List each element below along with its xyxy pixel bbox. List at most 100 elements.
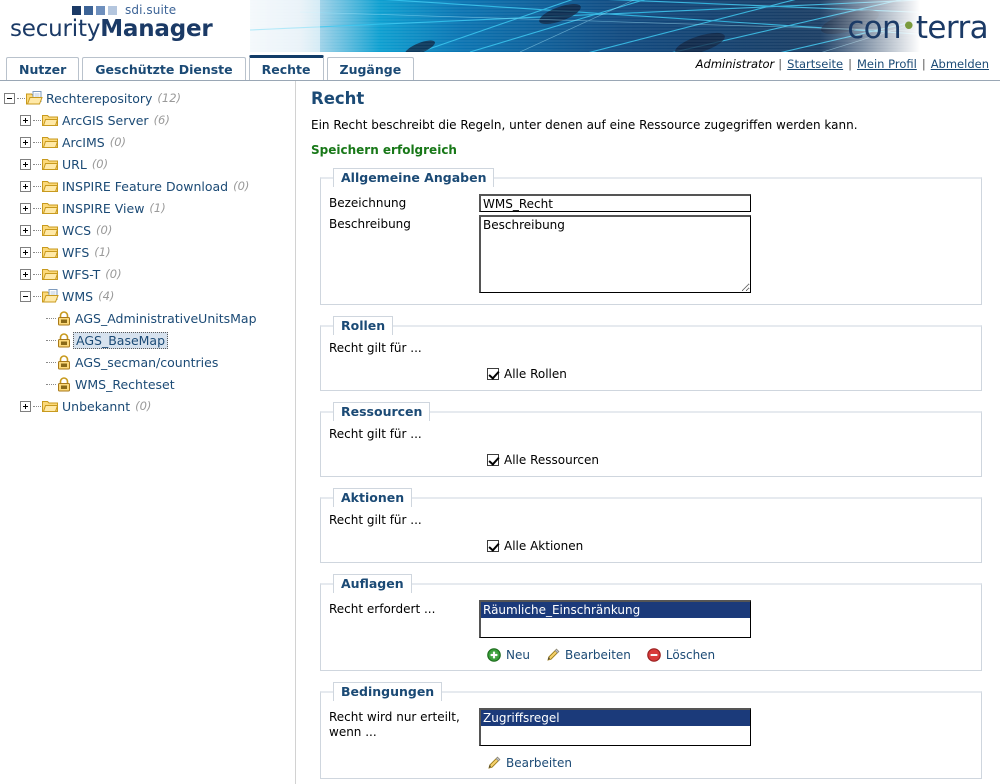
section-auflagen: Auflagen Recht erfordert ... Räumliche_E… xyxy=(320,574,982,671)
folder-icon xyxy=(42,135,59,149)
vertical-divider xyxy=(295,81,296,784)
tree-node-rechterepository[interactable]: Rechterepository (12) xyxy=(4,87,293,109)
expander-plus-icon[interactable] xyxy=(20,136,31,148)
auflagen-bearbeiten-label: Bearbeiten xyxy=(564,648,631,662)
folder-icon xyxy=(42,157,59,171)
expander-plus-icon[interactable] xyxy=(20,268,31,280)
user-sep-2: | xyxy=(848,57,852,71)
tree-node-label: AGS_secman/countries xyxy=(75,354,219,370)
auflagen-bearbeiten-button[interactable]: Bearbeiten xyxy=(546,648,631,662)
row-bedingungen: Recht wird nur erteilt, wenn ... Zugriff… xyxy=(329,708,973,746)
alle-ressourcen-checkbox[interactable] xyxy=(487,453,499,466)
user-links-bar: Administrator | Startseite | Mein Profil | Abm… xyxy=(696,57,990,71)
tab-nutzer[interactable]: Nutzer xyxy=(6,57,80,80)
section-aktionen: Aktionen Recht gilt für ... Alle Aktione… xyxy=(320,488,982,563)
user-sep-3: | xyxy=(921,57,926,71)
tree-connector xyxy=(33,295,41,297)
pencil-icon xyxy=(488,756,501,769)
auflagen-action-links: Neu Bearbeiten Löschen xyxy=(487,648,973,662)
tab-geschuetzte-dienste[interactable]: Geschützte Dienste xyxy=(82,57,246,80)
tab-rechte[interactable]: Rechte xyxy=(248,55,324,80)
alle-aktionen-checkbox[interactable] xyxy=(487,539,499,552)
tab-geschuetzte-dienste-label: Geschützte Dienste xyxy=(95,61,233,77)
beschreibung-textarea[interactable]: Beschreibung xyxy=(479,215,751,293)
tree-node-ags-administrativeunitsmap[interactable]: AGS_AdministrativeUnitsMap xyxy=(4,307,293,329)
expander-plus-icon[interactable] xyxy=(20,400,31,412)
expander-plus-icon[interactable] xyxy=(20,246,31,258)
tree-connector xyxy=(33,251,41,253)
bedingungen-prefix: Recht wird nur erteilt, wenn ... xyxy=(329,708,479,740)
tab-list: Nutzer Geschützte Dienste Rechte Zugänge xyxy=(6,55,415,80)
tree-node-arcgis-server[interactable]: ArcGIS Server (6) xyxy=(4,109,293,131)
expander-minus-icon[interactable] xyxy=(20,290,31,302)
tree-node-url[interactable]: URL (0) xyxy=(4,153,293,175)
section-allgemeine-angaben: Allgemeine Angaben Bezeichnung Beschreib… xyxy=(320,168,982,305)
rollen-prefix: Recht gilt für ... xyxy=(329,341,422,355)
conterra-con: con xyxy=(847,10,902,46)
page-body: Rechterepository (12) ArcGIS Server (6) … xyxy=(0,81,1000,784)
legend-ressourcen: Ressourcen xyxy=(333,402,431,421)
current-user-label: Administrator xyxy=(695,57,775,71)
tree-node-ags-basemap[interactable]: AGS_BaseMap xyxy=(4,329,293,351)
tree-connector xyxy=(33,163,41,165)
bedingungen-bearbeiten-button[interactable]: Bearbeiten xyxy=(487,756,572,770)
folder-icon xyxy=(42,113,59,127)
link-mein-profil[interactable]: Mein Profil xyxy=(857,57,917,71)
tree-connector xyxy=(33,185,41,187)
tree-node-wcs[interactable]: WCS (0) xyxy=(4,219,293,241)
bedingungen-bearbeiten-label: Bearbeiten xyxy=(506,756,572,770)
lock-icon xyxy=(57,376,71,392)
main-tab-bar: Nutzer Geschützte Dienste Rechte Zugänge… xyxy=(0,52,1000,81)
row-alle-rollen: Alle Rollen xyxy=(487,365,973,382)
tree-node-ags-secman-countries[interactable]: AGS_secman/countries xyxy=(4,351,293,373)
expander-plus-icon[interactable] xyxy=(20,224,31,236)
link-startseite[interactable]: Startseite xyxy=(787,57,843,71)
auflagen-loeschen-button[interactable]: Löschen xyxy=(647,648,715,662)
tree-node-wfs-t[interactable]: WFS-T (0) xyxy=(4,263,293,285)
tab-nutzer-label: Nutzer xyxy=(19,61,67,77)
bedingungen-listbox[interactable]: Zugriffsregel xyxy=(479,708,751,746)
auflagen-neu-button[interactable]: Neu xyxy=(487,648,530,662)
open-folder-page-icon xyxy=(42,289,59,303)
alle-rollen-checkbox[interactable] xyxy=(487,367,499,380)
auflagen-listbox[interactable]: Räumliche_Einschränkung xyxy=(479,600,751,638)
field-bedingungen: Zugriffsregel xyxy=(479,708,973,746)
tree-node-wfs[interactable]: WFS (1) xyxy=(4,241,293,263)
bedingungen-option-selected[interactable]: Zugriffsregel xyxy=(481,710,750,726)
tree-node-inspire-feature-download[interactable]: INSPIRE Feature Download (0) xyxy=(4,175,293,197)
link-abmelden[interactable]: Abmelden xyxy=(931,57,989,71)
auflagen-option-selected[interactable]: Räumliche_Einschränkung xyxy=(481,602,750,618)
expander-plus-icon[interactable] xyxy=(20,202,31,214)
app-header-banner: sdi.suite securityManager con•terra xyxy=(0,0,1000,52)
bezeichnung-input[interactable] xyxy=(479,194,751,212)
tree-node-count: (0) xyxy=(105,267,122,281)
tree-node-inspire-view[interactable]: INSPIRE View (1) xyxy=(4,197,293,219)
row-alle-aktionen: Alle Aktionen xyxy=(487,537,973,554)
expander-plus-icon[interactable] xyxy=(20,158,31,170)
expander-plus-icon[interactable] xyxy=(20,114,31,126)
expander-plus-icon[interactable] xyxy=(20,180,31,192)
open-folder-page-icon xyxy=(26,91,43,105)
tree-node-arcims[interactable]: ArcIMS (0) xyxy=(4,131,293,153)
tree-node-label: URL xyxy=(62,156,87,172)
tab-zugaenge[interactable]: Zugänge xyxy=(326,57,415,80)
tree-node-wms-rechteset[interactable]: WMS_Rechteset xyxy=(4,373,293,395)
field-auflagen: Räumliche_Einschränkung xyxy=(479,600,973,638)
tree-node-count: (0) xyxy=(135,399,152,413)
tree-node-count: (0) xyxy=(233,179,250,193)
lock-icon xyxy=(57,310,71,326)
expander-minus-icon[interactable] xyxy=(4,92,15,104)
tree-connector xyxy=(33,405,41,407)
tree-node-wms[interactable]: WMS (4) xyxy=(4,285,293,307)
legend-aktionen: Aktionen xyxy=(333,488,413,507)
tree-node-count: (6) xyxy=(153,113,170,127)
tree-node-label: Unbekannt xyxy=(62,398,131,414)
row-beschreibung: Beschreibung Beschreibung xyxy=(329,215,973,296)
tree-node-label: WMS xyxy=(62,288,94,304)
pencil-icon xyxy=(547,648,560,661)
tree-node-count: (0) xyxy=(96,223,113,237)
tree-node-label: WCS xyxy=(62,222,92,238)
folder-icon xyxy=(42,399,59,413)
tree-node-unbekannt[interactable]: Unbekannt (0) xyxy=(4,395,293,417)
folder-icon xyxy=(42,179,59,193)
